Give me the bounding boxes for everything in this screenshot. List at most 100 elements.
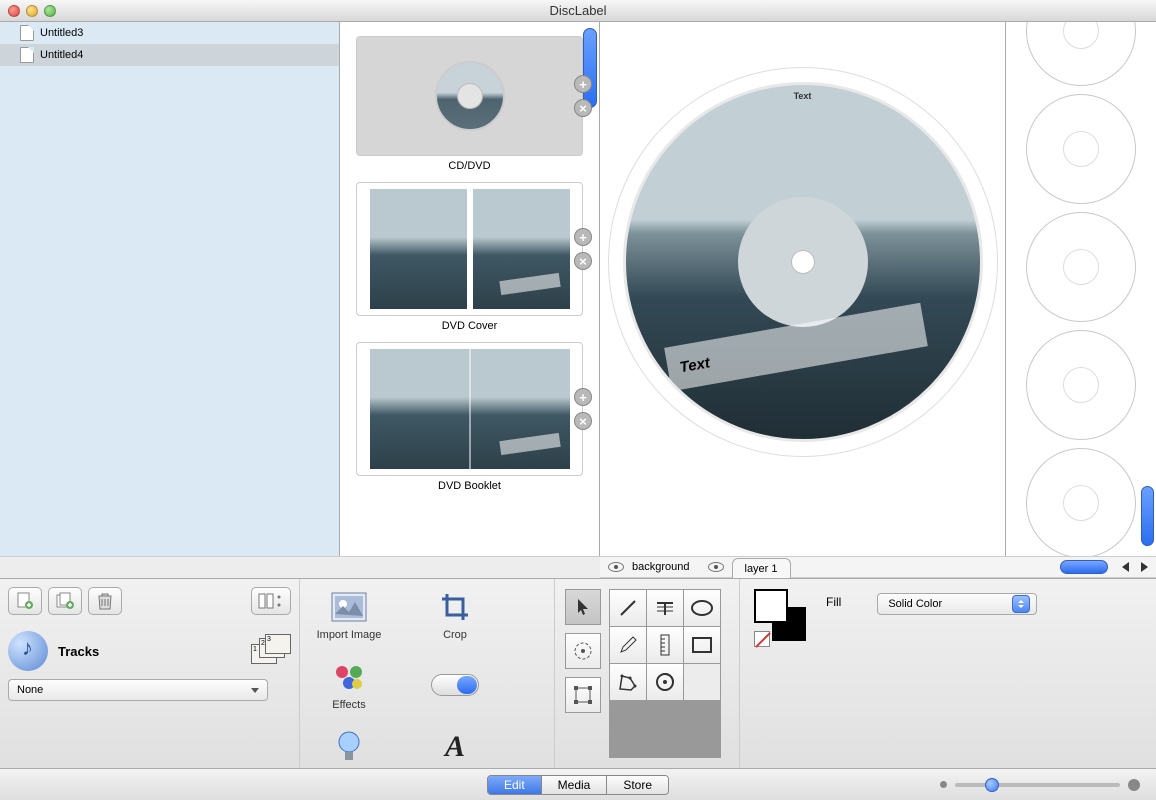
- template-thumbnail[interactable]: [1026, 212, 1136, 322]
- tracks-source-dropdown[interactable]: None: [8, 679, 268, 701]
- layer-prev-arrow[interactable]: [1122, 562, 1129, 572]
- document-list-item[interactable]: Untitled4: [0, 44, 339, 66]
- mode-segmented-control: Edit Media Store: [487, 775, 669, 795]
- add-item-button[interactable]: +: [574, 388, 592, 406]
- layer-bar: background layer 1: [600, 556, 1156, 578]
- itunes-icon[interactable]: [8, 631, 48, 671]
- fill-mode-popup[interactable]: Solid Color: [877, 593, 1037, 615]
- mode-tab-media[interactable]: Media: [542, 776, 608, 794]
- remove-item-button[interactable]: ×: [574, 99, 592, 117]
- rect-tool[interactable]: [684, 627, 720, 663]
- ruler-icon: [658, 634, 672, 656]
- template-thumbnail[interactable]: [1026, 330, 1136, 440]
- item-label: DVD Cover: [340, 320, 599, 332]
- zoom-max-icon: [1128, 779, 1140, 791]
- disc-hole: [791, 250, 815, 274]
- image-tools-panel: Import Image Crop Effects: [300, 579, 555, 768]
- line-icon: [617, 597, 639, 619]
- disc-design[interactable]: Text Text: [623, 82, 983, 442]
- effects-button[interactable]: Effects: [310, 659, 388, 711]
- mode-tab-store[interactable]: Store: [607, 776, 668, 794]
- oval-tool[interactable]: [684, 590, 720, 626]
- toggle-icon: [431, 674, 479, 696]
- toggle-button[interactable]: [416, 659, 494, 711]
- effects-icon: [331, 659, 367, 695]
- text-tool[interactable]: [647, 590, 683, 626]
- polygon-icon: [617, 672, 639, 692]
- template-thumbnail[interactable]: [1026, 22, 1136, 86]
- disc-thumbnail-icon: [435, 61, 505, 131]
- font-a-icon: A: [437, 729, 473, 765]
- document-sidebar: Untitled3 Untitled4: [0, 22, 340, 556]
- document-list-item[interactable]: Untitled3: [0, 22, 339, 44]
- mode-tab-edit[interactable]: Edit: [488, 776, 542, 794]
- pages-plus-icon: [56, 592, 74, 610]
- line-tool[interactable]: [610, 590, 646, 626]
- app-window: DiscLabel Untitled3 Untitled4 + ×: [0, 0, 1156, 800]
- shape-tool-grid: [609, 589, 721, 758]
- layer-next-arrow[interactable]: [1141, 562, 1148, 572]
- foreground-swatch[interactable]: [754, 589, 788, 623]
- tracks-label: Tracks: [58, 644, 99, 659]
- item-cd-dvd[interactable]: + ×: [356, 36, 583, 156]
- rotate-tool[interactable]: [565, 633, 601, 669]
- fill-panel: Fill Solid Color: [740, 579, 1156, 768]
- chevron-down-icon: [251, 688, 259, 693]
- inspector-button[interactable]: [251, 587, 291, 615]
- main-content: Untitled3 Untitled4 + × CD/DVD: [0, 22, 1156, 556]
- template-thumbnail[interactable]: [1026, 94, 1136, 204]
- trash-icon: [97, 592, 113, 610]
- footer-bar: Edit Media Store: [0, 768, 1156, 800]
- item-dvd-cover[interactable]: + ×: [356, 182, 583, 316]
- drawing-tools-panel: [555, 579, 740, 768]
- fill-label: Fill: [826, 595, 841, 609]
- layer-bg-label[interactable]: background: [632, 561, 690, 573]
- polygon-tool[interactable]: [610, 664, 646, 700]
- zoom-track[interactable]: [955, 783, 1120, 787]
- transform-tool[interactable]: [565, 677, 601, 713]
- track-cards-icon[interactable]: 123: [251, 634, 291, 668]
- add-item-button[interactable]: +: [574, 228, 592, 246]
- disc-top-text[interactable]: Text: [794, 91, 812, 101]
- document-icon: [20, 47, 34, 63]
- ruler-tool[interactable]: [647, 627, 683, 663]
- pencil-tool[interactable]: [610, 627, 646, 663]
- window-title: DiscLabel: [0, 3, 1156, 18]
- zoom-min-icon: [940, 781, 947, 788]
- remove-item-button[interactable]: ×: [574, 252, 592, 270]
- layer-tab[interactable]: layer 1: [732, 558, 791, 578]
- cursor-icon: [576, 598, 590, 616]
- zoom-slider[interactable]: [940, 779, 1140, 791]
- design-canvas[interactable]: Text Text: [600, 22, 1006, 556]
- columns-icon: [258, 593, 284, 609]
- page-plus-icon: [16, 592, 34, 610]
- duplicate-doc-button[interactable]: [48, 587, 82, 615]
- layer-scroll-pill[interactable]: [1060, 560, 1108, 574]
- layer-visibility-icon[interactable]: [608, 562, 624, 572]
- crop-button[interactable]: Crop: [416, 589, 494, 641]
- text-icon: [654, 597, 676, 619]
- item-label: CD/DVD: [340, 160, 599, 172]
- no-fill-swatch[interactable]: [754, 631, 770, 647]
- add-item-button[interactable]: +: [574, 75, 592, 93]
- document-icon: [20, 25, 34, 41]
- tracks-panel: Tracks 123 None: [0, 579, 300, 768]
- new-doc-button[interactable]: [8, 587, 42, 615]
- arc-icon: [654, 671, 676, 693]
- rect-icon: [691, 636, 713, 654]
- popup-arrows-icon: [1012, 595, 1030, 613]
- bounding-box-icon: [573, 685, 593, 705]
- titlebar: DiscLabel: [0, 0, 1156, 22]
- arc-text-tool[interactable]: [647, 664, 683, 700]
- zoom-thumb[interactable]: [985, 778, 999, 792]
- template-thumbnail[interactable]: [1026, 448, 1136, 556]
- remove-item-button[interactable]: ×: [574, 412, 592, 430]
- document-label: Untitled4: [40, 49, 83, 61]
- template-scrollbar[interactable]: [1141, 486, 1154, 546]
- cover-thumbnail-icon: [370, 189, 570, 309]
- layer-visibility-icon[interactable]: [708, 562, 724, 572]
- import-image-button[interactable]: Import Image: [310, 589, 388, 641]
- selection-tool[interactable]: [565, 589, 601, 625]
- item-dvd-booklet[interactable]: + ×: [356, 342, 583, 476]
- delete-doc-button[interactable]: [88, 587, 122, 615]
